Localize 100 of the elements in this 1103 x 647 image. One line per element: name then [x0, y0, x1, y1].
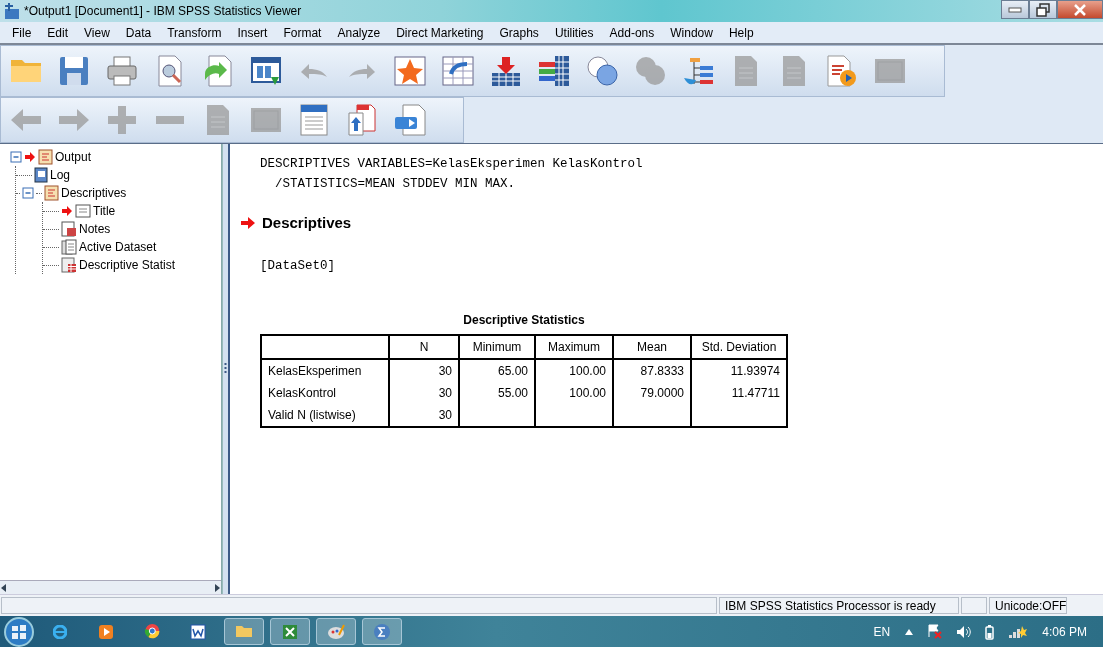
toolbar-button[interactable]	[825, 54, 859, 88]
pages-icon	[61, 239, 77, 255]
column-header: N	[389, 335, 459, 360]
battery-icon[interactable]	[985, 623, 995, 640]
app-icon	[4, 2, 20, 20]
circles-icon	[634, 56, 666, 86]
taskbar-button[interactable]	[362, 618, 402, 645]
menu-item[interactable]: Data	[117, 23, 160, 42]
start-button[interactable]	[4, 616, 34, 647]
tree-item[interactable]: Log	[50, 166, 71, 184]
clock[interactable]: 4:06 PM	[1042, 622, 1087, 641]
column-header: Std. Deviation	[691, 335, 787, 360]
folder-icon	[10, 59, 42, 83]
spreadsheet-icon	[282, 623, 298, 640]
table-cell: 30	[389, 359, 459, 383]
table-cell: 79.0000	[613, 382, 691, 405]
restore-button[interactable]	[1029, 0, 1057, 19]
frame-icon	[250, 107, 282, 133]
row-header: KelasEksperimen	[261, 359, 389, 383]
tree-item[interactable]: Descriptive Statist	[79, 256, 176, 274]
menu-item[interactable]: View	[76, 23, 118, 42]
menu-item[interactable]: Help	[720, 23, 762, 42]
menu-item[interactable]: Edit	[39, 23, 77, 42]
toolbar-button[interactable]	[393, 54, 427, 88]
palette-icon	[327, 623, 345, 640]
row-header: KelasKontrol	[261, 382, 389, 405]
circles-icon	[586, 56, 618, 86]
sigma-icon	[373, 622, 391, 641]
book-icon	[44, 185, 59, 201]
table-cell: 65.00	[459, 359, 535, 383]
status-panel	[961, 597, 987, 614]
horizontal-scrollbar[interactable]	[0, 580, 221, 594]
speaker-icon[interactable]	[956, 624, 972, 639]
toolbar-button[interactable]	[585, 54, 619, 88]
menu-item[interactable]: Direct Marketing	[388, 23, 492, 42]
tree-item[interactable]: Active Dataset	[79, 238, 157, 256]
tree-list-icon	[682, 56, 714, 86]
table-title: Descriptive Statistics	[462, 312, 586, 330]
stacked-documents-icon	[348, 104, 376, 136]
menu-item[interactable]: File	[4, 23, 40, 42]
flag-icon[interactable]	[928, 624, 943, 639]
menu-item[interactable]: Add-ons	[601, 23, 663, 42]
magnifier-page-icon	[158, 55, 182, 87]
collapse-icon[interactable]	[22, 187, 34, 199]
table-cell: 100.00	[535, 359, 613, 383]
play-icon	[98, 623, 114, 640]
printer-icon	[107, 56, 137, 86]
document-icon	[206, 104, 230, 136]
toolbar-button[interactable]	[537, 54, 571, 88]
left-arrow-icon	[10, 108, 42, 132]
tree-item[interactable]: Notes	[79, 220, 111, 238]
menu-item[interactable]: Transform	[159, 23, 230, 42]
taskbar-button[interactable]	[270, 618, 310, 645]
menu-item[interactable]: Analyze	[329, 23, 389, 42]
arrow-icon	[240, 216, 256, 231]
restore-icon	[1036, 2, 1050, 17]
toolbar-button[interactable]	[105, 54, 139, 88]
menu-item[interactable]: Format	[275, 23, 330, 42]
table-cell: 30	[389, 404, 459, 428]
document-icon	[190, 623, 206, 640]
close-icon	[1074, 3, 1086, 16]
toolbar-button[interactable]	[297, 103, 331, 137]
close-button[interactable]	[1057, 0, 1103, 19]
pane-splitter[interactable]	[222, 144, 230, 594]
toolbar-button[interactable]	[489, 54, 523, 88]
window-title: *Output1 [Document1] - IBM SPSS Statistics Viewer	[24, 3, 302, 20]
document-icon	[782, 55, 806, 87]
menu-item[interactable]: Insert	[229, 23, 276, 42]
circle-icon	[143, 623, 161, 640]
column-header: Mean	[613, 335, 691, 360]
tree-item[interactable]: Descriptives	[61, 184, 127, 202]
collapse-icon[interactable]	[10, 151, 22, 163]
grid-arrow-icon	[442, 56, 474, 86]
menu-item[interactable]: Utilities	[546, 23, 602, 42]
toolbar-button[interactable]	[345, 103, 379, 137]
row-header: Valid N (listwise)	[261, 404, 389, 428]
minimize-button[interactable]	[1001, 0, 1029, 19]
right-arrow-icon	[58, 108, 90, 132]
status-text: IBM SPSS Statistics Processor is ready	[719, 597, 959, 614]
toolbar-button[interactable]	[57, 54, 91, 88]
minimize-icon	[1008, 6, 1022, 13]
notes-icon	[61, 221, 77, 237]
tree-item[interactable]: Output	[55, 148, 92, 166]
signal-icon[interactable]	[1008, 624, 1029, 639]
document-arrow-icon	[394, 104, 426, 136]
scroll-left-icon[interactable]	[0, 582, 7, 593]
tree-item[interactable]: Title	[93, 202, 116, 220]
language-indicator[interactable]: EN	[873, 622, 891, 641]
notebook-icon	[34, 167, 48, 183]
star-grid-icon	[394, 56, 426, 86]
folder-icon	[235, 625, 253, 638]
toolbar-button[interactable]	[441, 54, 475, 88]
table-cell: 55.00	[459, 382, 535, 405]
table-cell: 11.47711	[691, 382, 787, 405]
menu-item[interactable]: Graphs	[491, 23, 547, 42]
book-icon	[38, 149, 53, 165]
toolbar-button[interactable]	[393, 103, 427, 137]
frame-icon	[874, 58, 906, 84]
menu-item[interactable]: Window	[662, 23, 721, 42]
caret-icon[interactable]	[904, 627, 915, 636]
